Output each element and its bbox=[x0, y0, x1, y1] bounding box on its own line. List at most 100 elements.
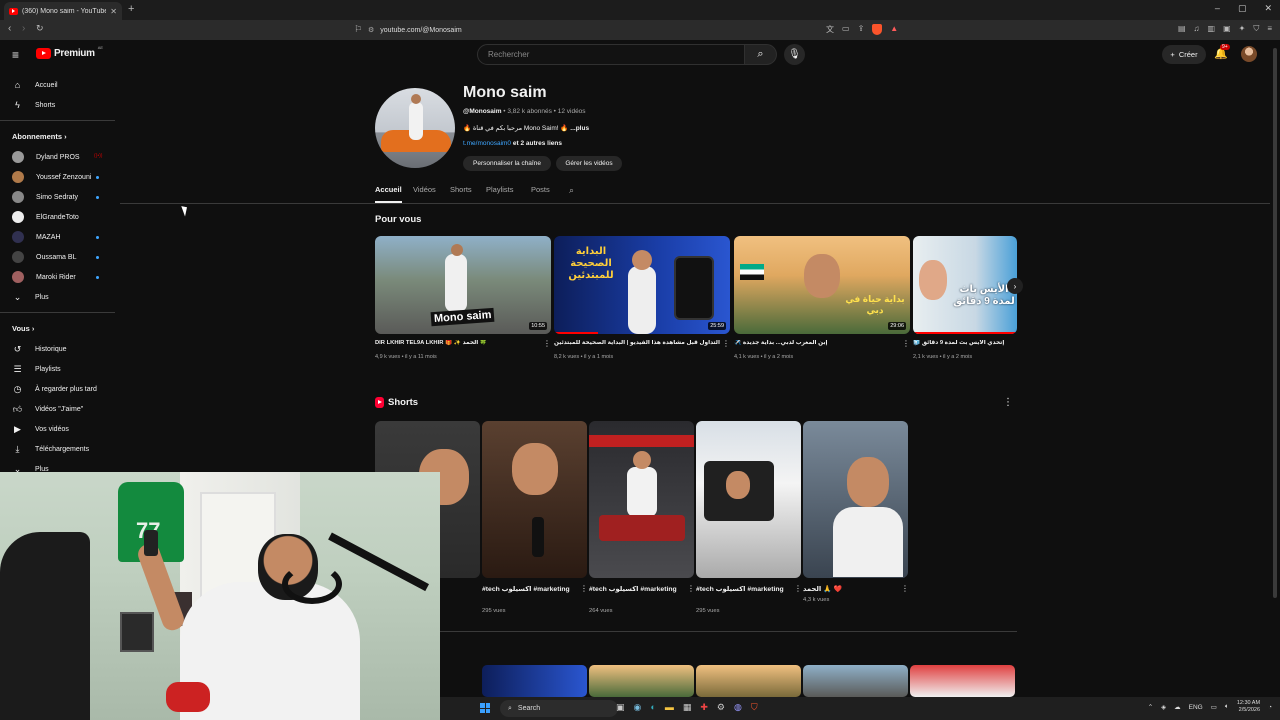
video-thumbnail[interactable] bbox=[589, 665, 694, 697]
wallet-icon[interactable]: ▣ bbox=[1223, 24, 1231, 34]
short-thumbnail[interactable] bbox=[803, 421, 908, 578]
sidebar-channel-oussama[interactable]: Oussama BL bbox=[12, 250, 76, 264]
discord-icon[interactable]: ◍ bbox=[734, 702, 742, 713]
start-button-icon[interactable] bbox=[480, 703, 490, 713]
volume-icon[interactable]: 🔈︎ bbox=[1225, 703, 1229, 711]
notifications-icon[interactable]: ◔ bbox=[1268, 704, 1272, 711]
cast-icon[interactable]: ▭ bbox=[842, 24, 850, 35]
more-options-icon[interactable]: ⋮ bbox=[794, 584, 802, 593]
language-indicator[interactable]: ENG bbox=[1189, 704, 1203, 711]
sidebar-channel-mazah[interactable]: MAZAH bbox=[12, 230, 61, 244]
video-thumbnail[interactable] bbox=[482, 665, 587, 697]
sidebar-item-history[interactable]: ↺ Historique bbox=[12, 342, 67, 356]
tray-app-icon[interactable]: ☁ bbox=[1174, 703, 1181, 711]
sidebar-toggle-icon[interactable]: ▤ bbox=[1178, 24, 1186, 34]
sidebar-item-your-videos[interactable]: ▶ Vos vidéos bbox=[12, 422, 69, 436]
new-tab-icon[interactable]: + bbox=[128, 3, 134, 15]
video-thumbnail[interactable]: البداية الصحيحة للمبتدئين 25:59 bbox=[554, 236, 730, 334]
more-options-icon[interactable]: ⋮ bbox=[902, 339, 910, 348]
file-explorer-icon[interactable]: ▬ bbox=[665, 702, 674, 713]
create-button[interactable]: + Créer bbox=[1162, 45, 1206, 64]
more-options-icon[interactable]: ⋮ bbox=[722, 339, 730, 348]
video-title[interactable]: 🧊 إتحدي الأيس بث لمدة 9 دقائق bbox=[913, 340, 1013, 346]
media-icon[interactable]: ♫ bbox=[1194, 24, 1200, 34]
video-thumbnail[interactable]: Mono saim 10:55 bbox=[375, 236, 551, 334]
sidebar-channel-maroki[interactable]: Maroki Rider bbox=[12, 270, 76, 284]
tab-videos[interactable]: Vidéos bbox=[413, 185, 436, 194]
sidebar-channel-simo[interactable]: Simo Sedraty bbox=[12, 190, 78, 204]
you-heading[interactable]: Vous › bbox=[12, 324, 34, 333]
sidebar-channel-dyland[interactable]: Dyland PROS bbox=[12, 150, 80, 164]
back-icon[interactable]: ‹ bbox=[8, 23, 11, 34]
reading-list-icon[interactable]: ▥ bbox=[1208, 24, 1216, 34]
copilot-icon[interactable]: ◉ bbox=[634, 702, 642, 713]
tab-home[interactable]: Accueil bbox=[375, 185, 402, 194]
menu-icon[interactable]: ≡ bbox=[1267, 24, 1272, 34]
more-options-icon[interactable]: ⋮ bbox=[543, 339, 551, 348]
wifi-icon[interactable]: ▭ bbox=[1211, 703, 1217, 711]
app-icon[interactable]: ✚ bbox=[700, 702, 708, 713]
video-title[interactable]: DIR LKHIR TEL9A LKHIR 🎁 ✨ الحمد 🍀 bbox=[375, 340, 543, 346]
short-title[interactable]: #tech اكسيلوب #marketing bbox=[696, 584, 792, 595]
vpn-icon[interactable]: ⛉ bbox=[1253, 24, 1259, 34]
taskbar-search[interactable]: ⌕ Search bbox=[500, 700, 618, 717]
share-icon[interactable]: ⇪ bbox=[858, 24, 865, 35]
reload-icon[interactable]: ↻ bbox=[36, 23, 44, 34]
more-options-icon[interactable]: ⋮ bbox=[1003, 397, 1013, 408]
tray-chevron-icon[interactable]: ⌃ bbox=[1148, 703, 1153, 711]
close-window-icon[interactable]: ✕ bbox=[1264, 3, 1272, 14]
sidebar-more-subscriptions[interactable]: ⌄ Plus bbox=[12, 290, 49, 304]
video-thumbnail[interactable] bbox=[910, 665, 1015, 697]
video-thumbnail[interactable]: الأيس باث لمدة 9 دقائق bbox=[913, 236, 1017, 334]
store-icon[interactable]: ▦ bbox=[683, 702, 692, 713]
site-info-icon[interactable]: ⚙ bbox=[368, 26, 374, 34]
channel-description[interactable]: 🔥 مرحبا بكم في قناة Mono Saim! 🔥 ...plus bbox=[463, 124, 589, 132]
brave-taskbar-icon[interactable]: ⛉ bbox=[751, 702, 758, 713]
sidebar-channel-youssef[interactable]: Youssef Zenzouni bbox=[12, 170, 91, 184]
browser-tab[interactable]: (360) Mono saim - YouTube ✕ bbox=[4, 2, 122, 20]
video-thumbnail[interactable] bbox=[803, 665, 908, 697]
sidebar-item-downloads[interactable]: ⤓ Téléchargements bbox=[12, 442, 90, 456]
youtube-premium-logo[interactable]: Premium AE bbox=[36, 45, 103, 59]
short-title[interactable]: الحمد 🙏 ❤️ bbox=[803, 584, 899, 595]
account-avatar[interactable] bbox=[1241, 46, 1257, 62]
more-options-icon[interactable]: ⋮ bbox=[580, 584, 588, 593]
video-thumbnail[interactable]: بداية حياة في دبي 29:06 bbox=[734, 236, 910, 334]
sidebar-item-home[interactable]: ⌂ Accueil bbox=[12, 78, 58, 92]
tab-shorts[interactable]: Shorts bbox=[450, 185, 472, 194]
notifications-button[interactable]: 🔔 9+ bbox=[1214, 44, 1230, 60]
channel-avatar-large[interactable] bbox=[375, 88, 455, 168]
short-title[interactable]: #tech اكسيلوب #marketing bbox=[589, 584, 685, 595]
tab-posts[interactable]: Posts bbox=[531, 185, 550, 194]
tab-playlists[interactable]: Playlists bbox=[486, 185, 514, 194]
hamburger-menu-icon[interactable]: ≡ bbox=[12, 48, 19, 62]
channel-search-icon[interactable]: ⌕ bbox=[569, 185, 574, 196]
short-thumbnail[interactable] bbox=[589, 421, 694, 578]
sidebar-item-playlists[interactable]: ☰ Playlists bbox=[12, 362, 60, 376]
brave-shields-icon[interactable] bbox=[872, 24, 883, 35]
more-options-icon[interactable]: ⋮ bbox=[687, 584, 695, 593]
short-thumbnail[interactable] bbox=[696, 421, 801, 578]
more-options-icon[interactable]: ⋮ bbox=[901, 584, 909, 593]
minimize-icon[interactable]: – bbox=[1215, 3, 1220, 14]
customize-channel-button[interactable]: Personnaliser la chaîne bbox=[463, 156, 551, 171]
sidebar-channel-elgrandetoto[interactable]: ElGrandeToto bbox=[12, 210, 79, 224]
carousel-next-button[interactable]: › bbox=[1007, 278, 1023, 294]
voice-search-button[interactable]: 🎙 bbox=[784, 44, 805, 65]
video-title[interactable]: لا تبدأ التداول قبل مشاهدة هذا الفيديو |… bbox=[554, 340, 722, 346]
video-title[interactable]: ✈️ إبن المغرب لدبي... بداية جديدة bbox=[734, 340, 902, 346]
brave-rewards-icon[interactable]: ▲ bbox=[890, 24, 898, 35]
sidebar-item-watch-later[interactable]: ◷ À regarder plus tard bbox=[12, 382, 97, 396]
extensions-icon[interactable]: ✦ bbox=[1239, 24, 1246, 34]
short-thumbnail[interactable] bbox=[482, 421, 587, 578]
edge-icon[interactable]: ◐ bbox=[650, 702, 655, 713]
task-view-icon[interactable]: ▣ bbox=[616, 702, 625, 713]
close-tab-icon[interactable]: ✕ bbox=[110, 7, 117, 16]
tray-app-icon[interactable]: ◈ bbox=[1161, 703, 1166, 711]
other-links[interactable]: et 2 autres liens bbox=[513, 140, 562, 147]
short-title[interactable]: #tech اكسيلوب #marketing bbox=[482, 584, 578, 595]
search-button[interactable]: ⌕ bbox=[745, 44, 777, 65]
search-input[interactable]: Rechercher bbox=[477, 44, 745, 65]
description-more[interactable]: ...plus bbox=[570, 125, 589, 132]
maximize-icon[interactable]: ▢ bbox=[1238, 3, 1247, 14]
